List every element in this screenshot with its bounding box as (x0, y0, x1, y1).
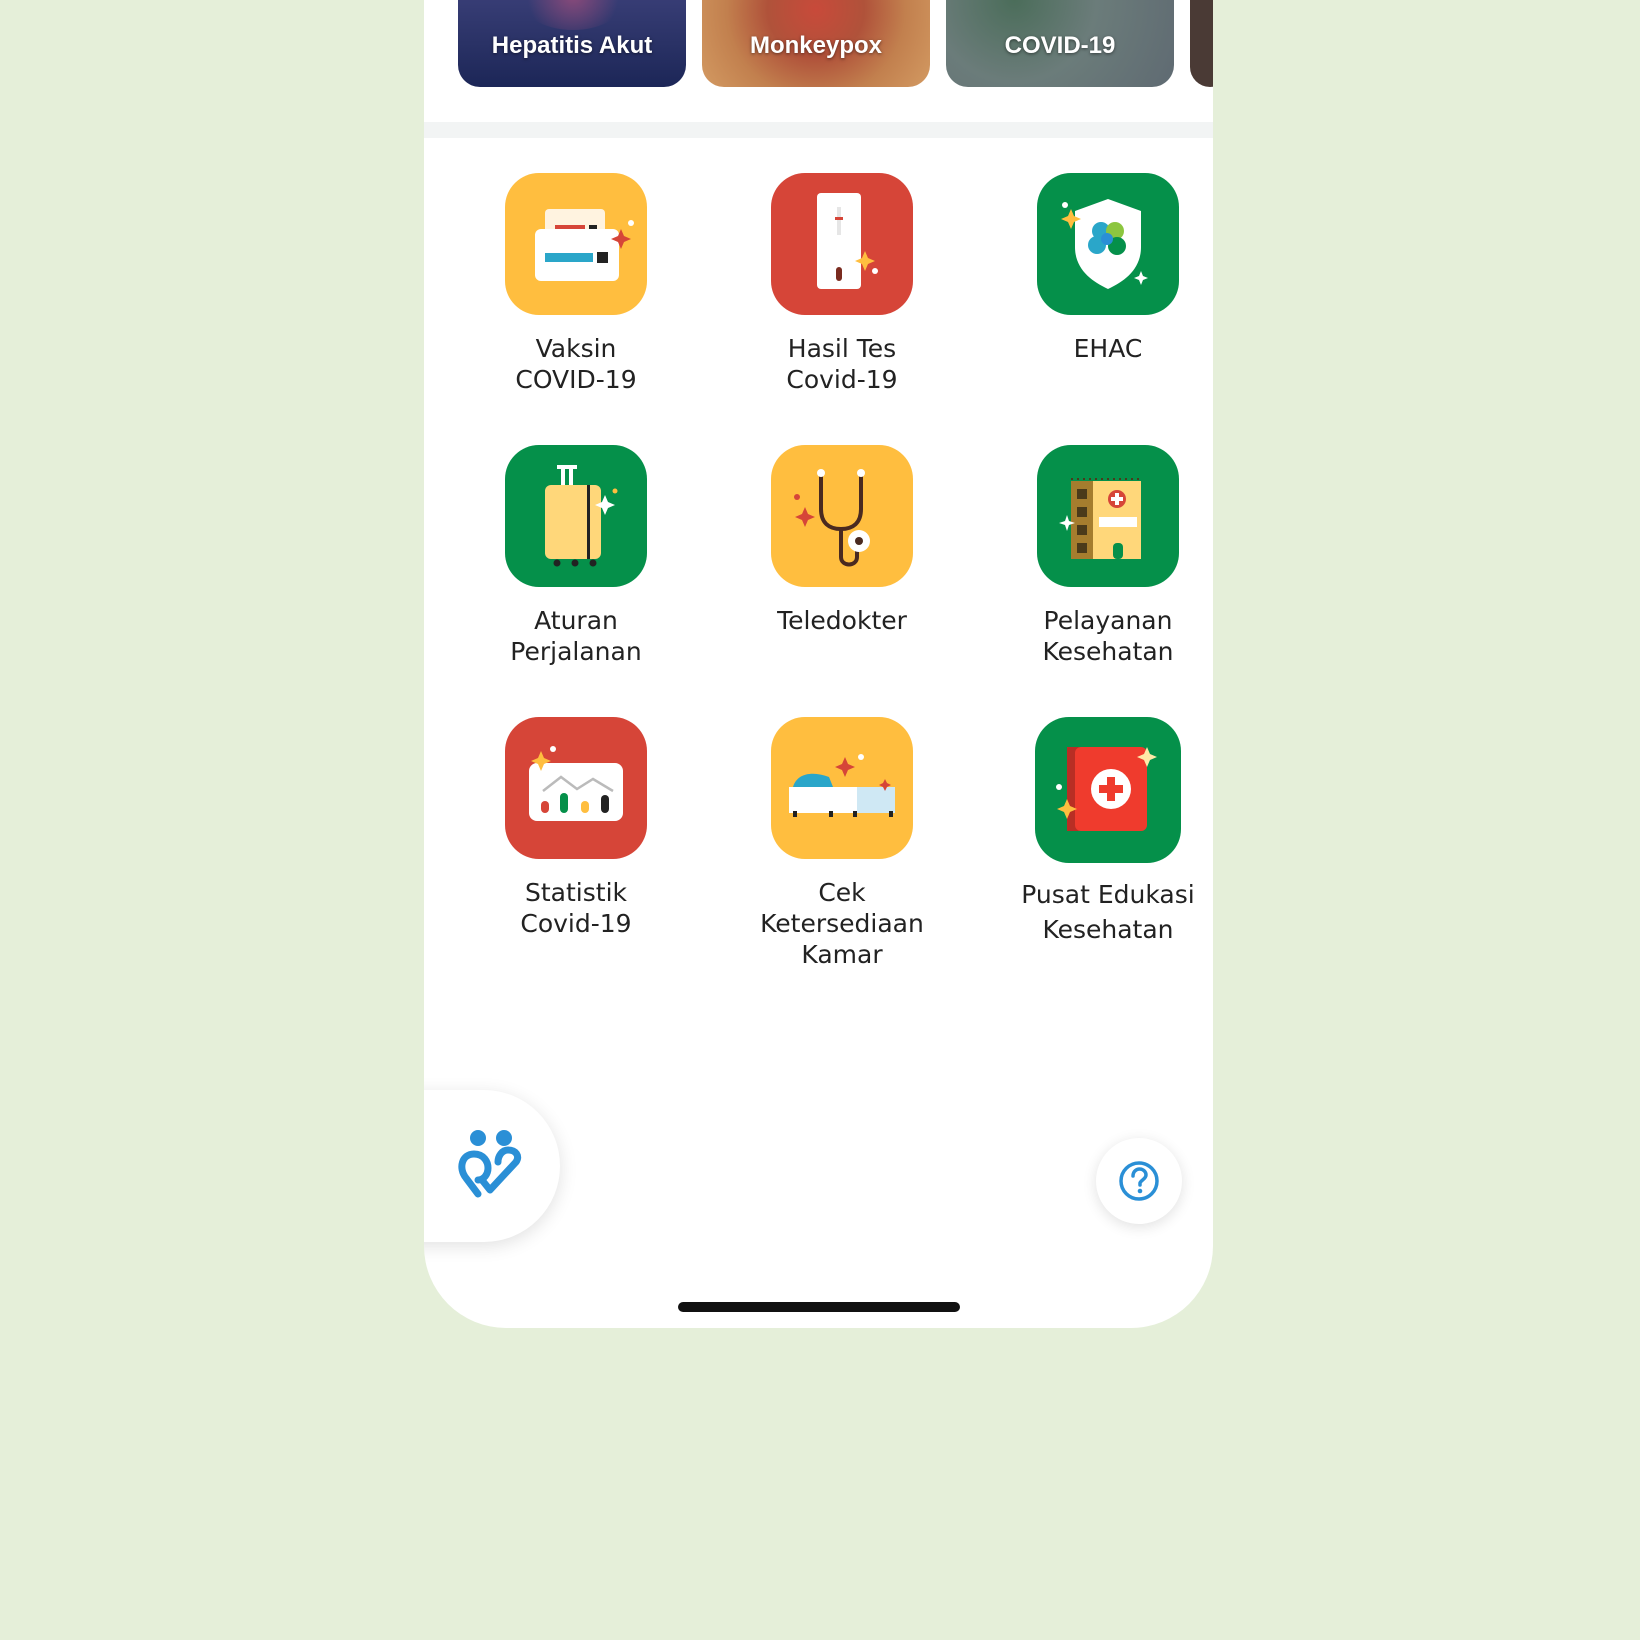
menu-item-aturan-perjalanan[interactable]: Aturan Perjalanan (461, 445, 691, 667)
phone-screen: Hepatitis Akut Monkeypox COVID-19 Vaksin… (424, 0, 1213, 1328)
menu-item-label: Pelayanan Kesehatan (1042, 606, 1174, 666)
menu-item-label: Aturan Perjalanan (510, 606, 642, 666)
topic-label: Monkeypox (749, 32, 883, 59)
menu-item-statistik[interactable]: Statistik Covid-19 (461, 717, 691, 939)
section-divider (424, 122, 1213, 138)
topic-card-monkeypox[interactable]: Monkeypox (702, 0, 930, 87)
topic-label: COVID-19 (1004, 32, 1116, 59)
menu-item-cek-kamar[interactable]: Cek Ketersediaan Kamar (727, 717, 957, 970)
menu-item-pelayanan-kesehatan[interactable]: Pelayanan Kesehatan (993, 445, 1213, 667)
menu-item-label: Pusat Edukasi Kesehatan (1021, 880, 1195, 944)
topic-card-covid[interactable]: COVID-19 (946, 0, 1174, 87)
app-logo-button[interactable] (424, 1090, 560, 1242)
test-kit-icon (771, 173, 913, 315)
menu-item-pusat-edukasi[interactable]: Pusat Edukasi Kesehatan (993, 717, 1213, 947)
topic-card-hepatitis[interactable]: Hepatitis Akut (458, 0, 686, 87)
menu-item-label: Cek Ketersediaan Kamar (760, 878, 924, 969)
menu-item-label: Teledokter (777, 606, 907, 635)
menu-item-vaksin[interactable]: Vaksin COVID-19 (461, 173, 691, 395)
menu-item-label: Statistik Covid-19 (520, 878, 632, 938)
menu-item-hasil-tes[interactable]: Hasil Tes Covid-19 (727, 173, 957, 395)
peduli-logo-icon (458, 1130, 522, 1198)
help-button[interactable] (1096, 1138, 1182, 1224)
chart-icon (505, 717, 647, 859)
topic-carousel: Hepatitis Akut Monkeypox COVID-19 (458, 0, 1213, 87)
health-book-icon (1035, 717, 1181, 863)
hospital-icon (1037, 445, 1179, 587)
menu-item-label: Hasil Tes Covid-19 (786, 334, 898, 394)
menu-item-label: EHAC (1073, 334, 1143, 363)
menu-item-label: Vaksin COVID-19 (515, 334, 637, 394)
menu-item-teledokter[interactable]: Teledokter (727, 445, 957, 636)
topic-label: Hepatitis Akut (491, 32, 653, 59)
help-icon (1119, 1161, 1159, 1201)
menu-item-ehac[interactable]: EHAC (993, 173, 1213, 364)
home-indicator (678, 1302, 960, 1312)
vaccine-card-icon (505, 173, 647, 315)
topic-card-next[interactable] (1190, 0, 1213, 87)
stethoscope-icon (771, 445, 913, 587)
suitcase-icon (505, 445, 647, 587)
bed-icon (771, 717, 913, 859)
shield-icon (1037, 173, 1179, 315)
